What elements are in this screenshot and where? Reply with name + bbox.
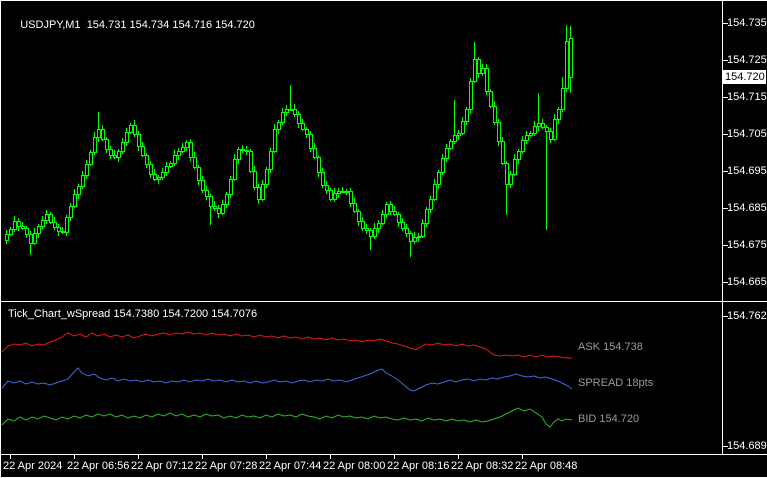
current-price-box: 154.720 [723, 70, 766, 84]
ask-value-label: ASK 154.738 [578, 341, 643, 353]
ohlc-values: 154.731 154.734 154.716 154.720 [86, 19, 255, 31]
time-tick-label: 22 Apr 07:28 [195, 460, 258, 472]
symbol-period-label: USDJPY,M1 [20, 19, 81, 31]
price-tick-label: 154.695 [727, 165, 767, 177]
price-tick-label: 154.725 [727, 54, 767, 66]
time-tick-label: 22 Apr 06:56 [67, 460, 130, 472]
time-tick-label: 22 Apr 07:12 [131, 460, 194, 472]
price-tick-label: 154.715 [727, 91, 767, 103]
tick-panel-axis-label: 154.7624 [727, 310, 767, 322]
spread-value-label: SPREAD 18pts [578, 377, 654, 389]
price-tick-label: 154.735 [727, 17, 767, 29]
time-tick-label: 22 Apr 07:44 [259, 460, 322, 472]
indicator-title: Tick_Chart_wSpread 154.7380 154.7200 154… [8, 308, 258, 320]
chart-title: USDJPY,M1 154.731 154.734 154.716 154.72… [8, 4, 255, 46]
time-tick-label: 22 Apr 08:16 [387, 460, 450, 472]
tick-panel-axis-label: 154.6896 [727, 440, 767, 452]
main-chart-area[interactable] [2, 2, 722, 300]
price-tick-label: 154.675 [727, 239, 767, 251]
price-tick-label: 154.665 [727, 276, 767, 288]
time-tick-label: 22 Apr 08:48 [515, 460, 578, 472]
time-tick-label: 22 Apr 2024 [3, 460, 63, 472]
price-tick-label: 154.705 [727, 128, 767, 140]
price-tick-label: 154.685 [727, 202, 767, 214]
panel-divider[interactable] [0, 299, 767, 305]
bid-value-label: BID 154.720 [578, 413, 640, 425]
time-tick-label: 22 Apr 08:32 [451, 460, 514, 472]
time-tick-label: 22 Apr 08:00 [323, 460, 386, 472]
mt4-chart-window: USDJPY,M1 154.731 154.734 154.716 154.72… [0, 0, 767, 478]
